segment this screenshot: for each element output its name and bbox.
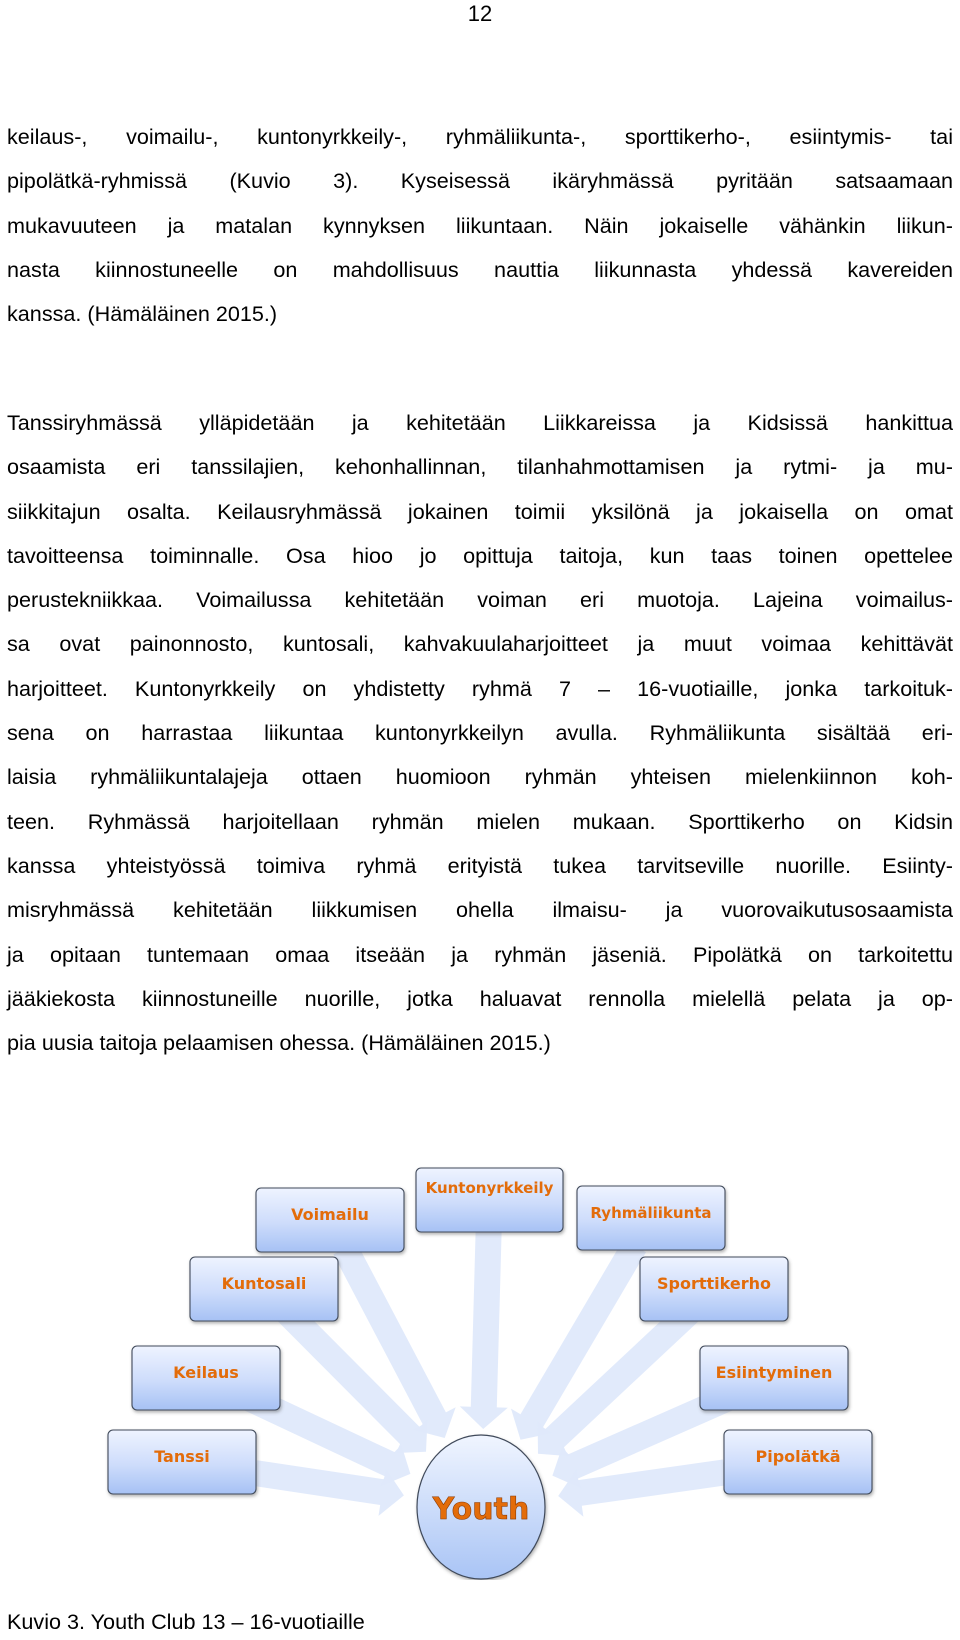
- node-label: Pipolätkä: [755, 1447, 840, 1466]
- node-label: Sporttikerho: [657, 1274, 771, 1293]
- node-label: Ryhmäliikunta: [590, 1204, 711, 1222]
- text-line: pipolätkä-ryhmissä (Kuvio 3). Kyseisessä…: [7, 168, 953, 194]
- text-line: misryhmässä kehitetään liikkumisen ohell…: [7, 897, 953, 923]
- center-label: Youth: [432, 1492, 530, 1527]
- text-line: harjoitteet. Kuntonyrkkeily on yhdistett…: [7, 675, 953, 701]
- text-line: laisia ryhmäliikuntalajeja ottaen huomio…: [7, 764, 953, 790]
- node-label: Esiintyminen: [716, 1363, 833, 1382]
- node-esiintyminen: Esiintyminen: [699, 1345, 849, 1411]
- node-tanssi: Tanssi: [107, 1429, 257, 1495]
- text-line: mukavuuteen ja matalan kynnyksen liikunt…: [7, 212, 953, 238]
- text-line: pia uusia taitoja pelaamisen ohessa. (Hä…: [7, 1030, 551, 1056]
- node-label: Tanssi: [154, 1447, 210, 1466]
- youth-club-diagram: Tanssi Keilaus Kuntosali Voimailu Kuntonyrkk…: [107, 1167, 873, 1580]
- text-line: perustekniikkaa. Voimailussa kehitetään …: [7, 587, 953, 613]
- text-line: jääkiekosta kiinnostuneille nuorille, jo…: [7, 985, 953, 1011]
- paragraph-2: Tanssiryhmässä ylläpidetään ja kehitetää…: [7, 401, 953, 1065]
- text-line: Tanssiryhmässä ylläpidetään ja kehitetää…: [7, 410, 953, 435]
- text-line: sa ovat painonnosto, kuntosali, kahvakuu…: [7, 631, 953, 657]
- node-kuntosali: Kuntosali: [189, 1256, 339, 1322]
- node-keilaus: Keilaus: [131, 1345, 281, 1411]
- text-line: teen. Ryhmässä harjoitellaan ryhmän miel…: [7, 808, 953, 834]
- node-label: Voimailu: [291, 1205, 369, 1224]
- paragraph-1: keilaus-, voimailu-, kuntonyrkkeily-, ry…: [7, 115, 953, 336]
- node-pipoltk: Pipolätkä: [723, 1429, 873, 1495]
- node-label: Keilaus: [173, 1363, 239, 1382]
- text-line: nasta kiinnostuneelle on mahdollisuus na…: [7, 256, 953, 282]
- node-ryhmliikunta: Ryhmäliikunta: [576, 1185, 726, 1251]
- figure-caption: Kuvio 3. Youth Club 13 – 16-vuotiaille: [7, 1609, 365, 1634]
- page-number: 12: [467, 1, 493, 26]
- node-label: Kuntonyrkkeily: [426, 1179, 554, 1197]
- center-node: Youth: [416, 1434, 546, 1580]
- text-line: ja opitaan tuntemaan omaa itseään ja ryh…: [7, 941, 953, 967]
- node-voimailu: Voimailu: [255, 1187, 405, 1253]
- text-line: siikkitajun osalta. Keilausryhmässä joka…: [7, 498, 953, 524]
- arrow-kuntonyrkkeily: [459, 1231, 508, 1429]
- node-sporttikerho: Sporttikerho: [639, 1256, 789, 1322]
- text-line: keilaus-, voimailu-, kuntonyrkkeily-, ry…: [7, 124, 953, 149]
- node-kuntonyrkkeily: Kuntonyrkkeily: [415, 1167, 564, 1233]
- text-line: kanssa yhteistyössä toimiva ryhmä erityi…: [7, 852, 953, 878]
- text-line: osaamista eri tanssilajien, kehonhallinn…: [7, 454, 953, 480]
- node-label: Kuntosali: [222, 1274, 307, 1293]
- text-line: tavoitteensa toiminnalle. Osa hioo jo op…: [7, 542, 953, 568]
- text-line: sena on harrastaa liikuntaa kuntonyrkkei…: [7, 720, 953, 746]
- text-line: kanssa. (Hämäläinen 2015.): [7, 301, 278, 327]
- node-box: [415, 1167, 564, 1233]
